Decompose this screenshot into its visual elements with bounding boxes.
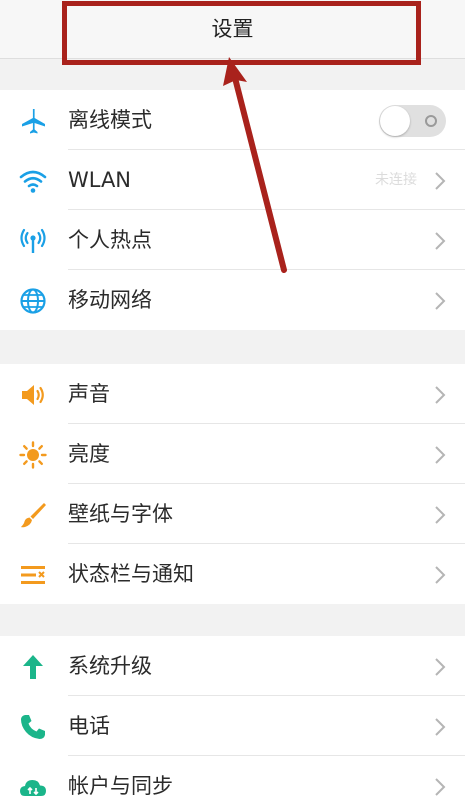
notification-list-icon	[18, 560, 48, 590]
cloud-sync-icon	[18, 772, 48, 800]
settings-item-system-upgrade[interactable]: 系统升级	[0, 636, 465, 696]
settings-item-label: 壁纸与字体	[68, 502, 173, 526]
chevron-right-icon	[433, 776, 447, 798]
upgrade-arrow-icon	[18, 652, 48, 682]
settings-item-label: 状态栏与通知	[68, 562, 194, 586]
settings-item-mobile-network[interactable]: 移动网络	[0, 270, 465, 330]
network-settings-group: 离线模式 WLAN 未连接 个人热点 移动网络	[0, 90, 465, 330]
chevron-right-icon	[433, 564, 447, 586]
chevron-right-icon	[433, 656, 447, 678]
annotation-highlight-box	[62, 1, 421, 65]
toggle-knob	[380, 106, 410, 136]
chevron-right-icon	[433, 444, 447, 466]
settings-item-label: 帐户与同步	[68, 774, 173, 798]
settings-item-label: 移动网络	[68, 288, 152, 312]
settings-item-statusbar-notifications[interactable]: 状态栏与通知	[0, 544, 465, 604]
settings-item-personal-hotspot[interactable]: 个人热点	[0, 210, 465, 270]
settings-item-label: 系统升级	[68, 654, 152, 678]
settings-screen: 设置 离线模式 WLAN 未连接 个人热点 移动网络 声音 亮度 壁纸与字体 状…	[0, 0, 465, 800]
settings-item-wlan[interactable]: WLAN 未连接	[0, 150, 465, 210]
airplane-mode-toggle[interactable]	[379, 105, 446, 137]
hotspot-icon	[18, 226, 48, 256]
chevron-right-icon	[433, 384, 447, 406]
settings-item-phone[interactable]: 电话	[0, 696, 465, 756]
brush-icon	[18, 500, 48, 530]
speaker-icon	[18, 380, 48, 410]
settings-item-label: 亮度	[68, 442, 110, 466]
display-settings-group: 声音 亮度 壁纸与字体 状态栏与通知	[0, 364, 465, 604]
settings-item-airplane-mode[interactable]: 离线模式	[0, 90, 465, 150]
wlan-status-value: 未连接	[375, 172, 417, 188]
chevron-right-icon	[433, 716, 447, 738]
settings-item-brightness[interactable]: 亮度	[0, 424, 465, 484]
sun-icon	[18, 440, 48, 470]
settings-item-label: 个人热点	[68, 228, 152, 252]
settings-item-wallpaper-font[interactable]: 壁纸与字体	[0, 484, 465, 544]
wifi-icon	[18, 166, 48, 196]
globe-icon	[18, 286, 48, 316]
settings-item-accounts-sync[interactable]: 帐户与同步	[0, 756, 465, 800]
chevron-right-icon	[433, 504, 447, 526]
phone-icon	[18, 712, 48, 742]
toggle-off-indicator	[425, 115, 437, 127]
settings-item-label: WLAN	[68, 168, 132, 192]
chevron-right-icon	[433, 290, 447, 312]
system-settings-group: 系统升级 电话 帐户与同步	[0, 636, 465, 800]
settings-item-label: 声音	[68, 382, 110, 406]
chevron-right-icon	[433, 230, 447, 252]
settings-item-sound[interactable]: 声音	[0, 364, 465, 424]
settings-item-label: 电话	[68, 714, 110, 738]
settings-item-label: 离线模式	[68, 108, 152, 132]
airplane-icon	[18, 106, 48, 136]
chevron-right-icon	[433, 170, 447, 192]
